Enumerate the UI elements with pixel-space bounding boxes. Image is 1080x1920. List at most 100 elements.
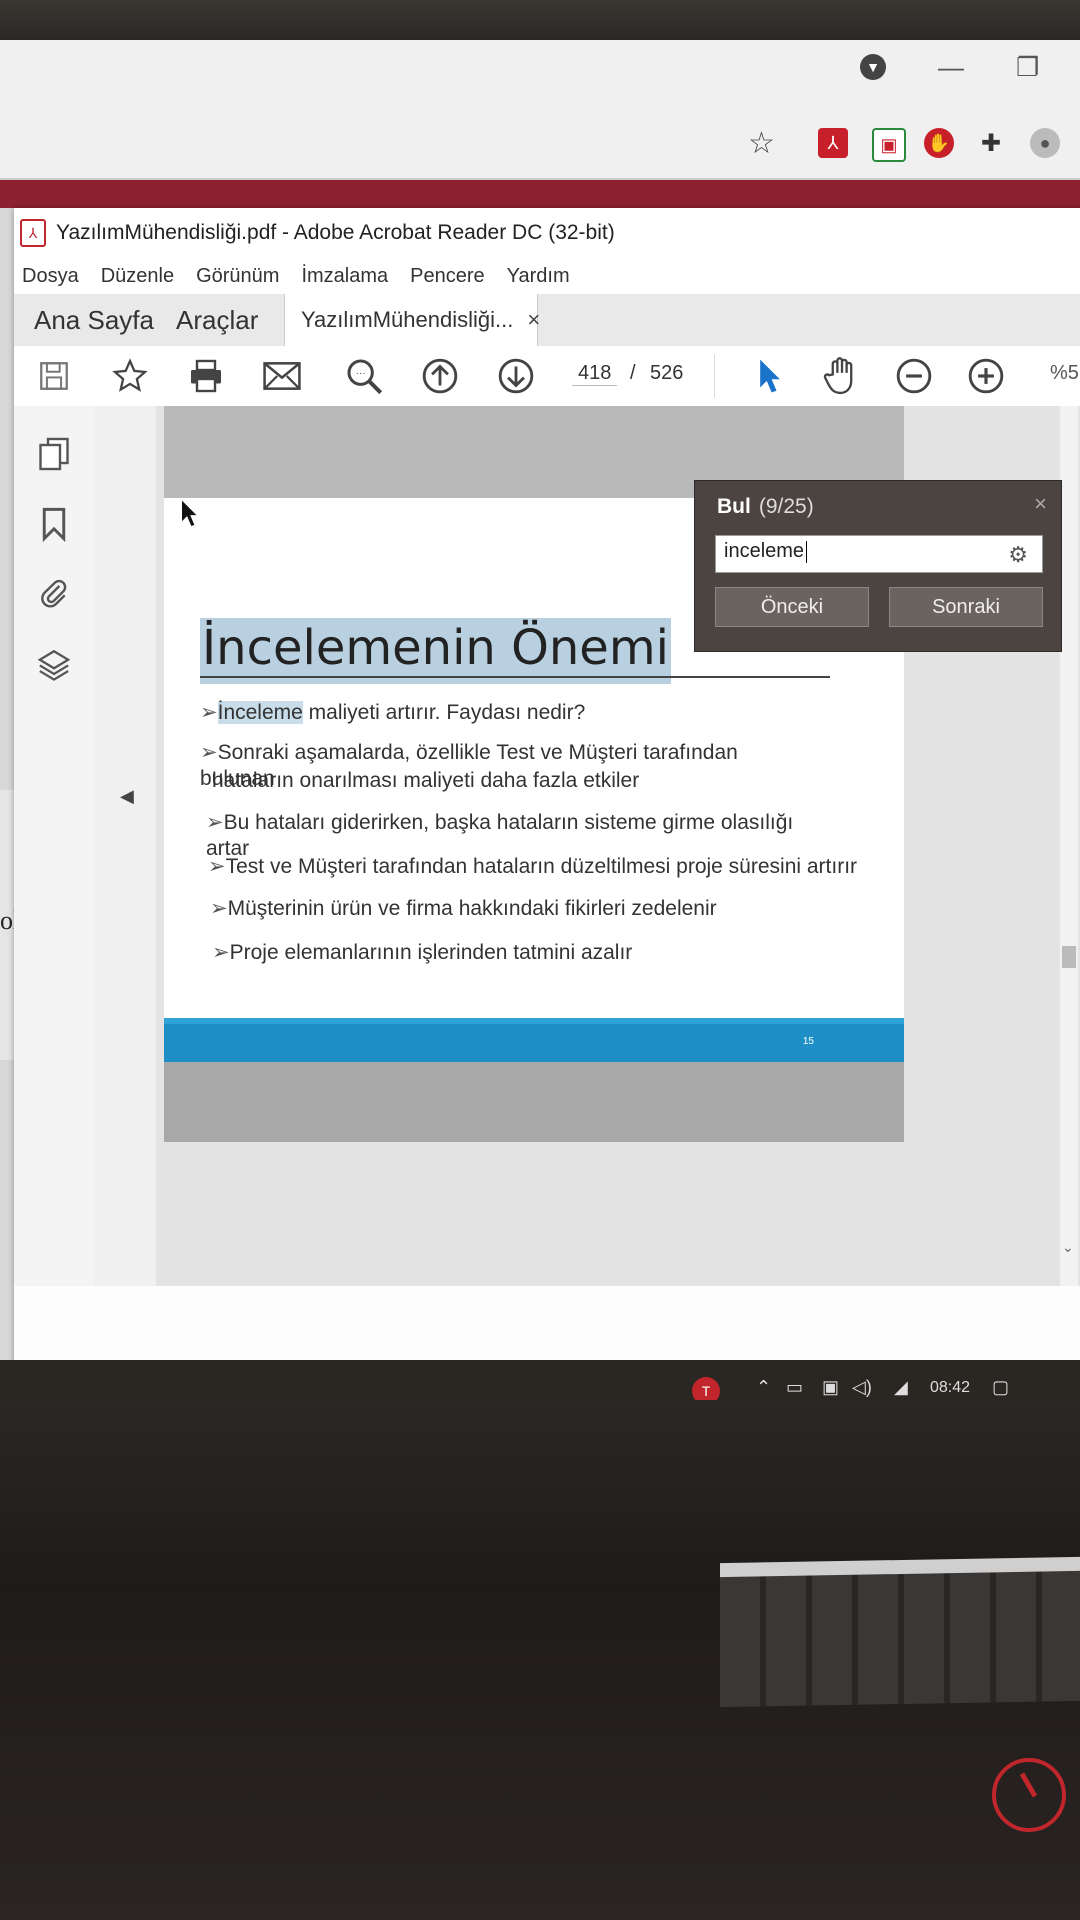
select-cursor-icon[interactable]: [750, 356, 790, 396]
find-input[interactable]: inceleme ⚙: [715, 535, 1043, 573]
current-page-field[interactable]: 418: [572, 362, 618, 386]
menu-gorunum[interactable]: Görünüm: [196, 265, 279, 288]
find-query-text: inceleme: [724, 540, 805, 562]
menu-pencere[interactable]: Pencere: [410, 265, 485, 288]
bullet-text: Müşterinin ürün ve firma hakkındaki fiki…: [227, 897, 717, 920]
bullet-text: Bu hataları giderirken, başka hataların …: [206, 811, 794, 860]
slide-title-wrap: İncelemenin Önemi: [200, 618, 671, 684]
meet-camera-icon[interactable]: ▣: [822, 1377, 839, 1398]
acrobat-extension-icon[interactable]: ⅄: [818, 128, 848, 158]
wifi-icon[interactable]: ◢: [894, 1377, 908, 1398]
close-find-icon[interactable]: ×: [1034, 491, 1047, 517]
browser-page-header-band: [0, 180, 1080, 208]
monitor-bezel: [0, 0, 1080, 44]
search-highlight: İnceleme: [217, 701, 303, 724]
title-bar: ⅄ YazılımMühendisliği.pdf - Adobe Acroba…: [14, 208, 1080, 258]
vertical-scrollbar[interactable]: ⌄: [1060, 406, 1078, 1286]
extensions-puzzle-icon[interactable]: ✚: [976, 128, 1006, 158]
volume-icon[interactable]: ◁): [852, 1377, 872, 1398]
scroll-thumb[interactable]: [1062, 946, 1076, 968]
bullet-4: ➢Test ve Müşteri tarafından hataların dü…: [208, 854, 888, 880]
bullet-1: ➢İnceleme maliyeti artırır. Faydası nedi…: [200, 700, 800, 726]
bullet-arrow-icon: ➢: [212, 941, 230, 964]
menu-duzenle[interactable]: Düzenle: [101, 265, 174, 288]
show-hidden-icons-chevron-icon[interactable]: ⌃: [756, 1377, 771, 1398]
title-underline: [200, 676, 830, 678]
close-tab-icon[interactable]: ×: [527, 307, 540, 333]
adblock-extension-icon[interactable]: ✋: [924, 128, 954, 158]
layers-icon[interactable]: [36, 646, 72, 682]
bookmark-star-icon[interactable]: [110, 356, 150, 396]
bullet-2-continuation: hataların onarılması maliyeti daha fazla…: [212, 768, 812, 794]
zoom-out-icon[interactable]: [894, 356, 934, 396]
find-previous-button[interactable]: Önceki: [715, 587, 869, 627]
text-caret: [806, 540, 808, 563]
total-pages: 526: [650, 362, 684, 384]
acrobat-window: ⅄ YazılımMühendisliği.pdf - Adobe Acroba…: [14, 208, 1080, 1368]
bullet-arrow-icon: ➢: [200, 741, 218, 764]
menu-dosya[interactable]: Dosya: [22, 265, 79, 288]
slide-page-number: 15: [802, 1036, 814, 1047]
minimize-icon[interactable]: —: [938, 52, 964, 83]
acrobat-app-icon: ⅄: [20, 219, 46, 247]
restore-icon[interactable]: ❐: [1016, 52, 1039, 83]
tab-document-label: YazılımMühendisliği...: [301, 307, 514, 332]
window-title: YazılımMühendisliği.pdf - Adobe Acrobat …: [56, 221, 615, 244]
browser-toolbar: ▼ — ❐ ☆ ⅄ ▣ ✋ ✚ ●: [0, 40, 1080, 180]
find-options-gear-icon[interactable]: ⚙: [1008, 542, 1028, 568]
slide-footer-bar: 15: [164, 1018, 904, 1068]
bullet-text: maliyeti artırır. Faydası nedir?: [302, 701, 586, 724]
brand-logo-icon: [992, 1758, 1066, 1832]
tab-document[interactable]: YazılımMühendisliği... ×: [284, 294, 540, 346]
zoom-in-icon[interactable]: [966, 356, 1006, 396]
clock[interactable]: 08:42: [930, 1379, 970, 1397]
next-page-icon[interactable]: [496, 356, 536, 396]
desk-surface: [0, 1400, 1080, 1920]
zoom-level-field[interactable]: %5: [1050, 362, 1079, 385]
save-icon[interactable]: [34, 356, 74, 396]
bullet-arrow-icon: ➢: [206, 811, 224, 834]
attachments-paperclip-icon[interactable]: [36, 576, 72, 612]
keyboard: [720, 1556, 1080, 1708]
bullet-6: ➢Proje elemanlarının işlerinden tatmini …: [212, 940, 812, 966]
bookmarks-icon[interactable]: [36, 506, 72, 542]
tab-tools[interactable]: Araçlar: [176, 294, 258, 346]
battery-icon[interactable]: ▭: [786, 1377, 803, 1398]
bullet-5: ➢Müşterinin ürün ve firma hakkındaki fik…: [210, 896, 810, 922]
bullet-text: hataların onarılması maliyeti daha fazla…: [212, 769, 640, 792]
print-icon[interactable]: [186, 356, 226, 396]
tab-home[interactable]: Ana Sayfa: [34, 294, 154, 346]
page-separator: /: [630, 362, 636, 384]
find-result-count: (9/25): [758, 495, 814, 518]
menu-imzalama[interactable]: İmzalama: [301, 265, 388, 288]
screen: ▼ — ❐ ☆ ⅄ ▣ ✋ ✚ ● olur ⅄ YazılımMühendis…: [0, 40, 1080, 1402]
slide-title: İncelemenin Önemi: [200, 618, 671, 684]
bullet-text: Proje elemanlarının işlerinden tatmini a…: [229, 941, 633, 964]
chrome-profile-menu-icon[interactable]: ▼: [860, 54, 886, 80]
notifications-icon[interactable]: ▢: [992, 1377, 1009, 1398]
pane-collapse-strip: ◀: [94, 406, 156, 1286]
find-search-icon[interactable]: ···: [344, 356, 384, 396]
menu-bar: Dosya Düzenle Görünüm İmzalama Pencere Y…: [14, 258, 1080, 294]
calendar-extension-icon[interactable]: ▣: [872, 128, 906, 162]
mouse-cursor-icon: [180, 498, 200, 528]
bullet-arrow-icon: ➢: [200, 701, 218, 724]
bullet-arrow-icon: ➢: [210, 897, 228, 920]
page-thumbnails-icon[interactable]: [36, 436, 72, 472]
menu-yardim[interactable]: Yardım: [507, 265, 570, 288]
page-gray-footer: [164, 1062, 904, 1142]
system-tray: T ⌃ ▭ ▣ ◁) ◢ 08:42 ▢: [650, 1377, 1080, 1402]
hand-tool-icon[interactable]: [822, 356, 862, 396]
scroll-down-arrow-icon[interactable]: ⌄: [1062, 1239, 1074, 1256]
bookmark-star-icon[interactable]: ☆: [748, 126, 775, 161]
find-next-button[interactable]: Sonraki: [889, 587, 1043, 627]
tab-bar: Ana Sayfa Araçlar YazılımMühendisliği...…: [14, 294, 1080, 347]
email-icon[interactable]: [262, 356, 302, 396]
toolbar: ··· 418 / 526 %5: [14, 346, 1080, 407]
collapse-pane-arrow-icon[interactable]: ◀: [120, 786, 134, 807]
profile-avatar-icon[interactable]: ●: [1030, 128, 1060, 158]
antivirus-tray-icon[interactable]: T: [692, 1377, 720, 1402]
toolbar-divider: [714, 354, 715, 398]
find-title: Bul (9/25): [717, 495, 814, 519]
previous-page-icon[interactable]: [420, 356, 460, 396]
